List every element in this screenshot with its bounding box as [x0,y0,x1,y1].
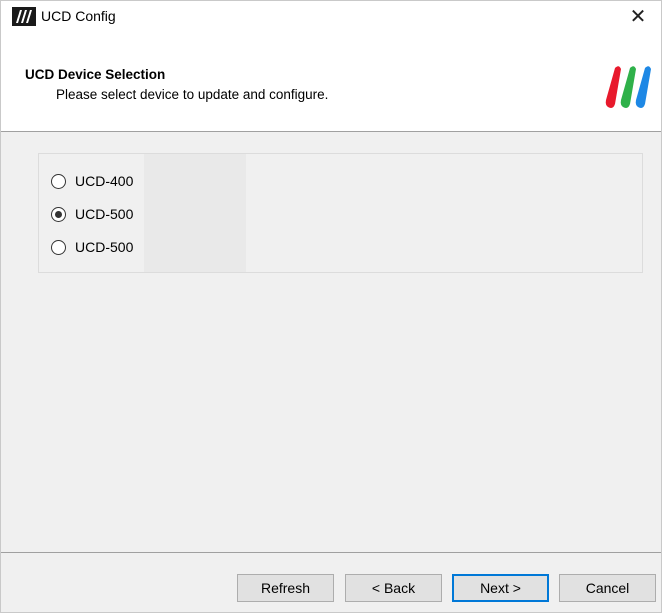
radio-button-selected[interactable] [51,206,66,222]
page-title: UCD Device Selection [25,67,166,82]
footer-divider [1,552,661,553]
close-icon: ✕ [629,5,647,28]
device-option-2[interactable]: UCD-500 [51,237,133,257]
wizard-header: UCD Device Selection Please select devic… [1,31,661,132]
next-button[interactable]: Next > [452,574,549,602]
device-list-panel: UCD-400 UCD-500 UCD-500 [38,153,643,273]
brand-stripes-logo [605,66,651,108]
device-option-0[interactable]: UCD-400 [51,171,133,191]
device-label: UCD-500 [75,239,134,255]
radio-button[interactable] [51,239,66,255]
ucd-config-window: UCD Config ✕ UCD Device Selection Please… [0,0,662,613]
device-label: UCD-400 [75,173,134,189]
title-bar: UCD Config ✕ [1,1,661,31]
ucd-logo-icon [12,7,36,26]
panel-highlight [144,154,246,272]
cancel-button[interactable]: Cancel [559,574,656,602]
back-button[interactable]: < Back [345,574,442,602]
close-button[interactable]: ✕ [615,1,661,31]
radio-button[interactable] [51,173,66,189]
page-subtitle: Please select device to update and confi… [56,87,329,102]
device-label: UCD-500 [75,206,134,222]
window-title: UCD Config [41,8,116,24]
device-option-1[interactable]: UCD-500 [51,204,133,224]
refresh-button[interactable]: Refresh [237,574,334,602]
